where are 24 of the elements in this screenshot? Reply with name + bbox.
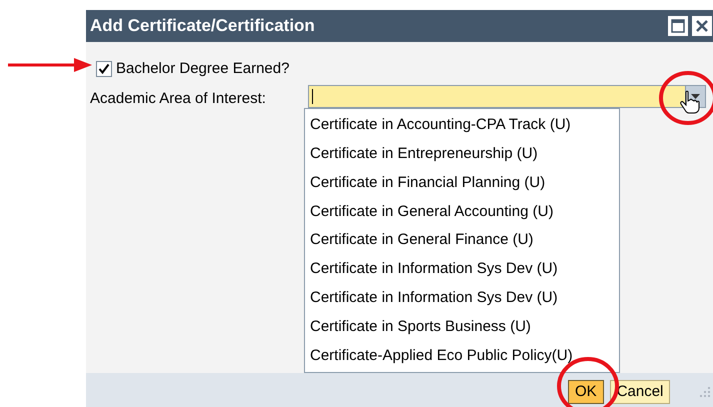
dropdown-option[interactable]: Certificate in General Finance (U) [305, 226, 619, 255]
dropdown-option[interactable]: Certificate in Sports Business (U) [305, 312, 619, 342]
dropdown-option[interactable]: Certificate-Applied Eco Public Policy(U) [305, 341, 619, 370]
maximize-icon [671, 19, 685, 33]
window-title: Add Certificate/Certification [90, 15, 315, 38]
bachelor-checkbox-row[interactable]: Bachelor Degree Earned? [96, 58, 290, 80]
dropdown-option[interactable]: Certificate in Information Sys Dev (U) [305, 254, 619, 284]
hand-cursor-icon [680, 90, 700, 114]
ok-button[interactable]: OK [568, 380, 604, 404]
dropdown-option[interactable]: Certificate in General Accounting (U) [305, 197, 619, 226]
text-cursor-icon [312, 89, 313, 104]
close-icon [696, 20, 708, 32]
academic-area-dropdown[interactable] [308, 85, 706, 108]
close-button[interactable] [692, 16, 712, 36]
checkbox[interactable] [96, 61, 112, 78]
dropdown-option[interactable]: Certificate in Information Sys Dev (U) [305, 284, 619, 313]
dropdown-option[interactable]: Certificate in Accounting-CPA Track (U) [305, 111, 619, 140]
dropdown-option[interactable]: Certificate in Entrepreneurship (U) [305, 140, 619, 169]
cancel-button[interactable]: Cancel [610, 380, 670, 404]
dropdown-option[interactable]: Certificate in Financial Planning (U) [305, 168, 619, 198]
field-label: Academic Area of Interest: [90, 89, 266, 109]
checkbox-label: Bachelor Degree Earned? [116, 59, 290, 79]
maximize-button[interactable] [668, 16, 688, 36]
caret-icon [691, 94, 700, 99]
